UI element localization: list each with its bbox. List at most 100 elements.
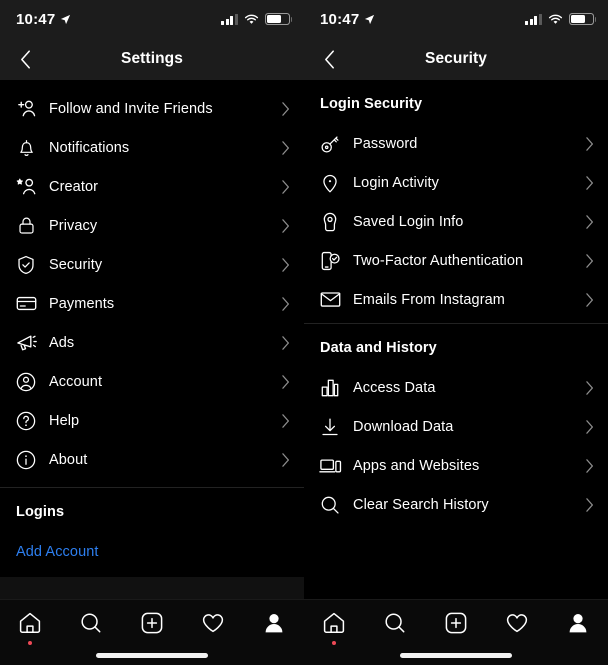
log-out-button[interactable]: Log Out blackw00d	[0, 571, 304, 577]
status-indicators	[221, 13, 290, 25]
settings-row-ads[interactable]: Ads	[0, 323, 304, 362]
chevron-right-icon	[282, 414, 290, 428]
partially-hidden-row-text	[16, 586, 19, 598]
settings-list: Follow and Invite Friends Notifications	[0, 80, 304, 577]
home-notification-badge	[332, 641, 336, 645]
security-row-emails-from-instagram[interactable]: Emails From Instagram	[304, 280, 608, 319]
lock-icon	[13, 213, 39, 239]
security-row-download-data[interactable]: Download Data	[304, 407, 608, 446]
search-icon	[78, 610, 104, 636]
tab-profile[interactable]	[547, 610, 608, 650]
creator-star-person-icon	[13, 174, 39, 200]
nav-bar-settings: Settings	[0, 38, 304, 80]
credit-card-icon	[13, 291, 39, 317]
location-arrow-icon	[364, 14, 375, 25]
tab-activity[interactable]	[182, 610, 243, 650]
tab-bar-left	[0, 599, 304, 665]
tab-search[interactable]	[61, 610, 122, 650]
location-arrow-icon	[60, 14, 71, 25]
chevron-right-icon	[282, 219, 290, 233]
security-row-access-data[interactable]: Access Data	[304, 368, 608, 407]
info-circle-icon	[13, 447, 39, 473]
download-icon	[317, 414, 343, 440]
chevron-right-icon	[282, 453, 290, 467]
tab-bar-right	[304, 599, 608, 665]
settings-row-label: About	[49, 452, 282, 468]
nav-bar-security: Security	[304, 38, 608, 80]
tab-home[interactable]	[0, 610, 61, 650]
back-button-security[interactable]	[312, 38, 346, 80]
settings-row-help[interactable]: Help	[0, 401, 304, 440]
partially-hidden-row[interactable]	[0, 577, 304, 599]
megaphone-icon	[13, 330, 39, 356]
settings-panel: 10:47 Settings	[0, 0, 304, 665]
section-header-data-and-history: Data and History	[304, 324, 608, 368]
profile-person-icon	[261, 610, 287, 636]
status-bar-left: 10:47	[0, 0, 304, 38]
profile-person-icon	[565, 610, 591, 636]
chevron-right-icon	[282, 336, 290, 350]
person-plus-icon	[13, 96, 39, 122]
tab-profile[interactable]	[243, 610, 304, 650]
wifi-icon	[244, 14, 259, 25]
tab-search[interactable]	[365, 610, 426, 650]
add-account-button[interactable]: Add Account	[0, 532, 304, 571]
section-header-logins: Logins	[0, 488, 304, 532]
tab-create[interactable]	[426, 610, 487, 650]
settings-row-account[interactable]: Account	[0, 362, 304, 401]
settings-row-notifications[interactable]: Notifications	[0, 128, 304, 167]
settings-row-security[interactable]: Security	[0, 245, 304, 284]
settings-row-follow-and-invite-friends[interactable]: Follow and Invite Friends	[0, 89, 304, 128]
location-pin-icon	[317, 170, 343, 196]
security-row-saved-login-info[interactable]: Saved Login Info	[304, 202, 608, 241]
status-bar-right: 10:47	[304, 0, 608, 38]
chevron-right-icon	[282, 180, 290, 194]
security-row-two-factor-authentication[interactable]: Two-Factor Authentication	[304, 241, 608, 280]
security-row-apps-and-websites[interactable]: Apps and Websites	[304, 446, 608, 485]
security-list: Login Security Password	[304, 80, 608, 599]
chevron-right-icon	[282, 258, 290, 272]
chevron-right-icon	[586, 420, 594, 434]
chevron-right-icon	[586, 176, 594, 190]
phone-check-icon	[317, 248, 343, 274]
cellular-bars-icon	[221, 14, 238, 25]
heart-icon	[200, 610, 226, 636]
security-row-login-activity[interactable]: Login Activity	[304, 163, 608, 202]
home-indicator	[96, 653, 208, 658]
chevron-left-icon	[20, 50, 31, 69]
heart-icon	[504, 610, 530, 636]
page-title-settings: Settings	[0, 50, 304, 68]
settings-row-privacy[interactable]: Privacy	[0, 206, 304, 245]
settings-row-label: Privacy	[49, 218, 282, 234]
chevron-right-icon	[586, 137, 594, 151]
security-row-label: Access Data	[353, 380, 586, 396]
bell-icon	[13, 135, 39, 161]
settings-row-label: Help	[49, 413, 282, 429]
home-icon	[321, 610, 347, 636]
chevron-right-icon	[282, 141, 290, 155]
security-row-label: Two-Factor Authentication	[353, 253, 586, 269]
chevron-right-icon	[586, 293, 594, 307]
security-row-label: Clear Search History	[353, 497, 586, 513]
status-time: 10:47	[320, 12, 359, 27]
tab-create[interactable]	[122, 610, 183, 650]
tab-home[interactable]	[304, 610, 365, 650]
battery-icon	[265, 13, 290, 25]
tab-activity[interactable]	[486, 610, 547, 650]
settings-row-about[interactable]: About	[0, 440, 304, 479]
chevron-right-icon	[586, 459, 594, 473]
home-icon	[17, 610, 43, 636]
dual-phone-screenshot: 10:47 Settings	[0, 0, 608, 665]
status-time: 10:47	[16, 12, 55, 27]
security-row-clear-search-history[interactable]: Clear Search History	[304, 485, 608, 524]
add-account-label: Add Account	[16, 544, 99, 560]
back-button-settings[interactable]	[8, 38, 42, 80]
search-icon	[317, 492, 343, 518]
settings-row-label: Follow and Invite Friends	[49, 101, 282, 117]
chevron-right-icon	[282, 297, 290, 311]
security-row-label: Saved Login Info	[353, 214, 586, 230]
settings-row-creator[interactable]: Creator	[0, 167, 304, 206]
status-indicators	[525, 13, 594, 25]
settings-row-payments[interactable]: Payments	[0, 284, 304, 323]
security-row-password[interactable]: Password	[304, 124, 608, 163]
